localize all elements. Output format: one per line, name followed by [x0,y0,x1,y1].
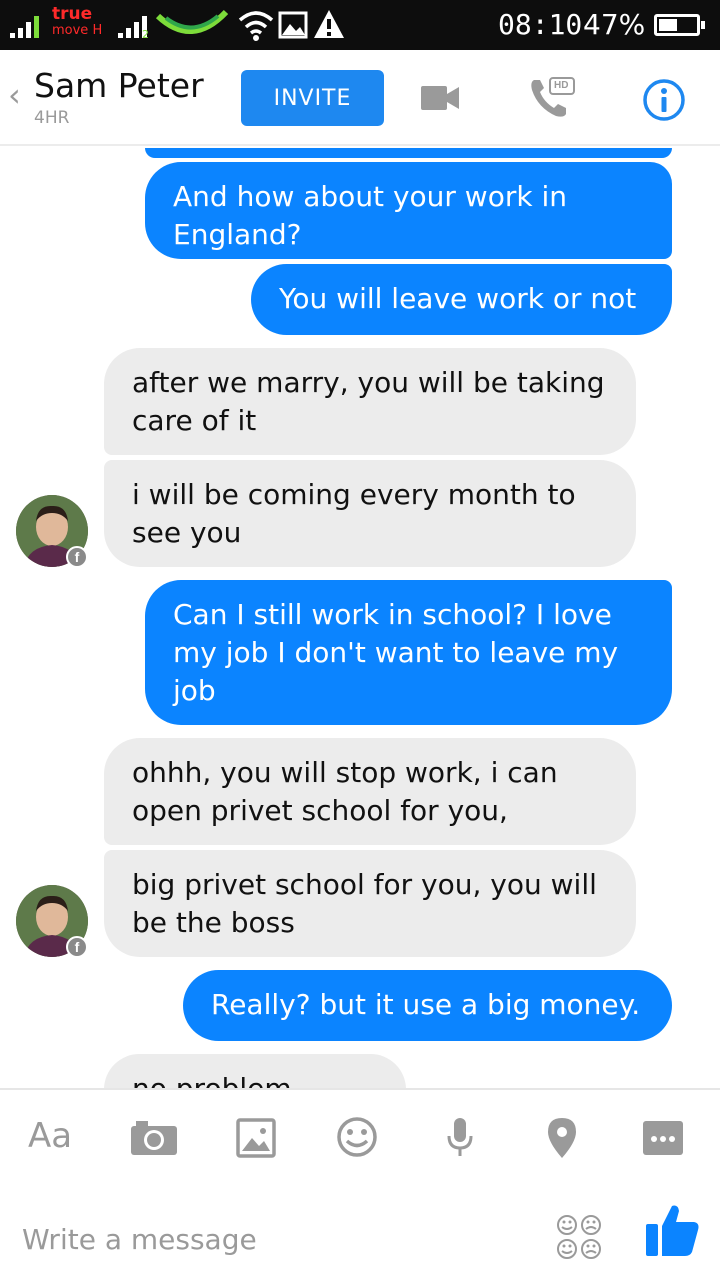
signal-strength-icon [10,16,39,38]
message-bubble-outgoing[interactable]: Can I still work in school? I love my jo… [145,580,672,725]
message-bubble-outgoing[interactable]: And how about your work in England? [145,162,672,259]
camera-icon[interactable] [130,1120,178,1156]
clock: 08:10 [498,8,583,41]
image-notification-icon [278,11,308,39]
message-bubble-outgoing[interactable]: Really? but it use a big money. [183,970,672,1041]
gallery-icon[interactable] [236,1118,276,1158]
message-list[interactable]: And how about your work in England? You … [0,148,720,1088]
carrier-swoosh-icon [156,9,228,34]
message-bubble-incoming[interactable]: big privet school for you, you will be t… [104,850,636,957]
message-bubble-outgoing[interactable]: You will leave work or not [251,264,672,335]
conversation-header: ‹ Sam Peter 4HR INVITE HD [0,50,720,146]
carrier-name: true [52,4,93,24]
text-format-button[interactable]: Aa [28,1116,72,1156]
hd-label: HD [554,80,569,91]
carrier-logo: true move H [52,4,103,38]
message-bubble-incoming[interactable]: no problem honey [104,1054,406,1088]
video-camera-icon[interactable] [420,84,460,112]
phone-icon [531,77,575,117]
more-icon[interactable] [642,1120,684,1156]
message-composer: Aa [0,1088,720,1280]
last-active-status: 4HR [34,108,70,128]
invite-button[interactable]: INVITE [241,70,384,126]
battery-percent: 47% [583,8,646,41]
info-icon[interactable] [642,78,686,122]
location-icon[interactable] [546,1116,578,1160]
emoji-icon[interactable] [336,1116,378,1158]
message-bubble-incoming[interactable]: ohhh, you will stop work, i can open pri… [104,738,636,845]
message-bubble-incoming[interactable]: after we marry, you will be taking care … [104,348,636,455]
phone-hd-icon[interactable]: HD [528,74,578,122]
contact-name[interactable]: Sam Peter [34,66,204,105]
battery-icon [654,14,705,36]
network-type: move H [52,23,103,38]
status-bar: true move H 2 08:10 47% [0,0,720,50]
back-chevron-icon[interactable]: ‹ [8,76,21,114]
message-bubble-incoming[interactable]: i will be coming every month to see you [104,460,636,567]
like-icon[interactable] [644,1202,700,1258]
stickers-icon[interactable] [556,1214,602,1260]
wifi-icon [238,11,274,41]
sim2-label: 2 [142,28,149,41]
message-input[interactable] [22,1214,522,1264]
facebook-badge-icon: f [66,546,88,568]
warning-icon [314,10,344,38]
facebook-badge-icon: f [66,936,88,958]
microphone-icon[interactable] [446,1116,474,1160]
message-bubble-outgoing[interactable] [145,148,672,158]
